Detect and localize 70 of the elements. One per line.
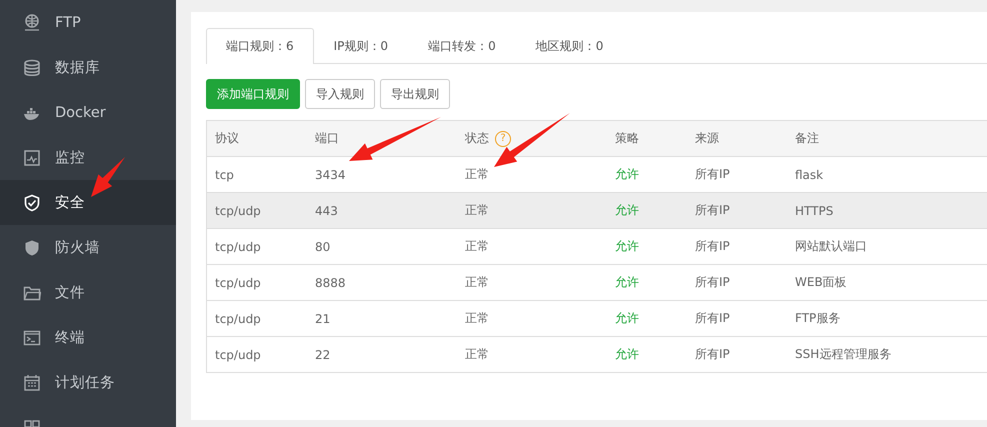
- table-cell: 正常: [465, 275, 489, 289]
- sidebar-item[interactable]: 监控: [0, 135, 176, 180]
- table-cell: HTTPS: [795, 204, 834, 218]
- table-row[interactable]: tcp/udp 8888 正常 允许 所有IP WEB面板: [207, 264, 987, 300]
- annotation-arrow: [91, 157, 125, 197]
- table-cell: tcp/udp: [215, 240, 261, 254]
- table-cell: 正常: [465, 167, 489, 181]
- table-cell: 正常: [465, 203, 489, 217]
- table-cell: WEB面板: [795, 275, 847, 289]
- table-cell: 允许: [615, 347, 639, 361]
- table-cell: 所有IP: [695, 275, 730, 289]
- tab[interactable]: 端口规则：6: [206, 28, 314, 64]
- table-cell: 所有IP: [695, 311, 730, 325]
- chart-monitor-icon: [23, 148, 41, 166]
- sidebar-item[interactable]: 计划任务: [0, 360, 176, 405]
- table-cell: 443: [315, 204, 338, 218]
- table-cell: 允许: [615, 275, 639, 289]
- table-cell: tcp/udp: [215, 312, 261, 326]
- table-cell: 21: [315, 312, 330, 326]
- table-cell: 正常: [465, 311, 489, 325]
- table-cell: tcp/udp: [215, 276, 261, 290]
- table-cell: 22: [315, 348, 330, 362]
- table-cell: FTP服务: [795, 311, 840, 325]
- shield-icon: [23, 238, 41, 256]
- table-cell: 允许: [615, 203, 639, 217]
- table-cell: 允许: [615, 167, 639, 181]
- calendar-icon: [23, 374, 41, 392]
- table-cell: 3434: [315, 168, 346, 182]
- database-icon: [23, 58, 41, 76]
- column-header: 策略: [615, 130, 639, 147]
- table-cell: SSH远程管理服务: [795, 347, 892, 361]
- sidebar-item[interactable]: FTP: [0, 0, 176, 45]
- shield-check-icon: [23, 194, 41, 212]
- table-cell: 所有IP: [695, 167, 730, 181]
- table-row[interactable]: tcp/udp 22 正常 允许 所有IP SSH远程管理服务: [207, 336, 987, 372]
- column-header: 状态: [465, 130, 489, 147]
- column-header: 来源: [695, 130, 719, 147]
- table-cell: 允许: [615, 311, 639, 325]
- tab[interactable]: IP规则：0: [314, 28, 408, 63]
- table-row[interactable]: tcp/udp 443 正常 允许 所有IP HTTPS: [207, 192, 987, 228]
- tab[interactable]: 端口转发：0: [408, 28, 516, 63]
- terminal-icon: [23, 328, 41, 346]
- sidebar-item[interactable]: 防火墙: [0, 225, 176, 270]
- table-cell: 所有IP: [695, 203, 730, 217]
- table-cell: 正常: [465, 347, 489, 361]
- table-cell: 所有IP: [695, 347, 730, 361]
- column-header: 备注: [795, 130, 819, 147]
- table-cell: tcp: [215, 168, 234, 182]
- table-cell: tcp/udp: [215, 348, 261, 362]
- table-cell: tcp/udp: [215, 204, 261, 218]
- sidebar-item[interactable]: Docker: [0, 90, 176, 135]
- table-row[interactable]: tcp/udp 80 正常 允许 所有IP 网站默认端口: [207, 228, 987, 264]
- table-cell: 网站默认端口: [795, 239, 867, 253]
- sidebar-item[interactable]: 安全: [0, 180, 176, 225]
- globe-icon: [23, 14, 41, 32]
- table-cell: flask: [795, 168, 824, 182]
- sidebar-item[interactable]: 终端: [0, 315, 176, 360]
- table-cell: 允许: [615, 239, 639, 253]
- tab[interactable]: 地区规则：0: [516, 28, 624, 63]
- table-cell: 80: [315, 240, 330, 254]
- rule-button[interactable]: 导入规则: [305, 79, 375, 109]
- rule-button[interactable]: 导出规则: [380, 79, 450, 109]
- table-row[interactable]: tcp/udp 21 正常 允许 所有IP FTP服务: [207, 300, 987, 336]
- table-cell: 8888: [315, 276, 346, 290]
- table-cell: 正常: [465, 239, 489, 253]
- table-cell: 所有IP: [695, 239, 730, 253]
- column-header: 端口: [315, 130, 339, 147]
- sidebar-item[interactable]: 数据库: [0, 45, 176, 90]
- sidebar-item[interactable]: 文件: [0, 270, 176, 315]
- column-header: 协议: [215, 130, 239, 147]
